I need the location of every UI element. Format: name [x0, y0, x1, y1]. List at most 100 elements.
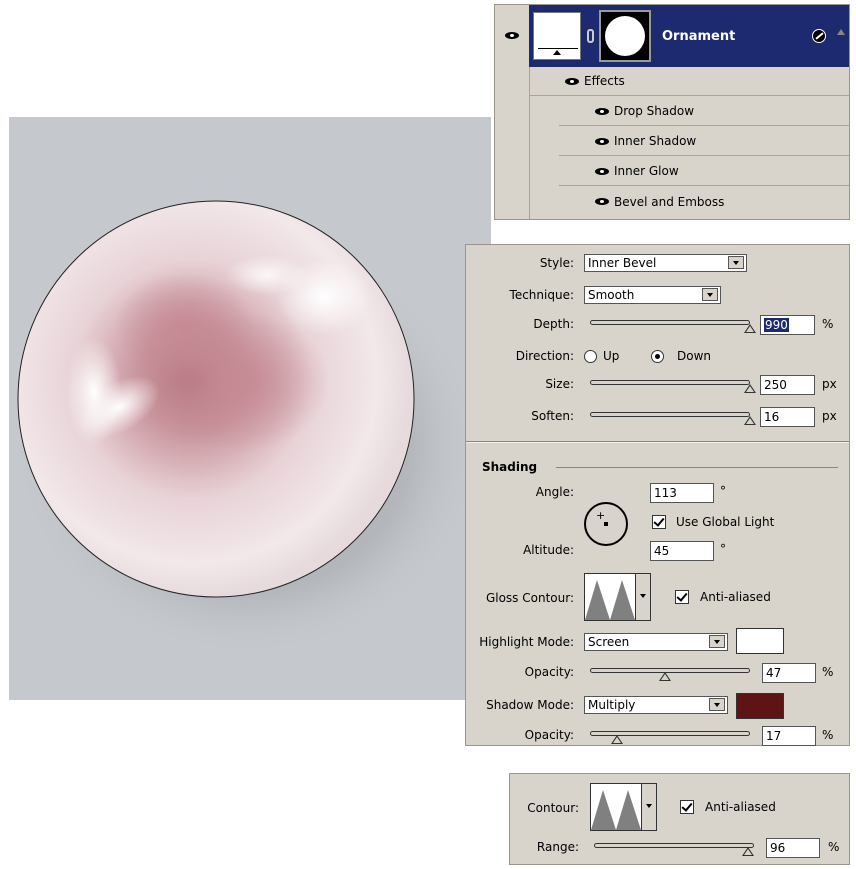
direction-down-label: Down [677, 349, 712, 363]
chevron-down-icon[interactable] [641, 783, 657, 831]
size-input[interactable]: 250 [760, 375, 815, 395]
layer-thumbnail[interactable] [533, 12, 581, 60]
direction-down-radio[interactable] [651, 350, 664, 363]
highlight-mode-label: Highlight Mode: [479, 635, 574, 649]
section-divider [466, 441, 849, 443]
technique-label: Technique: [509, 288, 574, 302]
contour-label: Contour: [527, 801, 579, 815]
highlight-color-swatch[interactable] [736, 628, 784, 654]
technique-select[interactable]: Smooth [584, 286, 721, 304]
highlight-opacity-label: Opacity: [524, 665, 574, 679]
scroll-up-arrow-icon[interactable] [837, 29, 845, 35]
use-global-light-checkbox[interactable] [652, 515, 666, 529]
layer-effects-icon[interactable] [812, 29, 826, 43]
range-slider-handle[interactable] [741, 847, 754, 856]
shadow-opacity-input[interactable]: 17 [762, 726, 816, 746]
shadow-mode-select[interactable]: Multiply [584, 696, 728, 714]
range-label: Range: [536, 840, 579, 854]
shadow-color-swatch[interactable] [736, 693, 784, 719]
eye-icon [505, 31, 519, 40]
size-unit: px [822, 377, 837, 391]
chevron-down-icon[interactable] [709, 698, 725, 711]
angle-unit: ° [720, 484, 726, 498]
eye-icon[interactable] [595, 107, 609, 116]
highlight-opacity-slider-handle[interactable] [659, 672, 672, 681]
shadow-mode-label: Shadow Mode: [486, 698, 574, 712]
effect-row-drop-shadow[interactable]: Drop Shadow [559, 97, 849, 126]
soften-value: 16 [764, 410, 780, 424]
soften-label: Soften: [531, 409, 574, 423]
document-canvas [9, 117, 491, 700]
depth-slider-handle[interactable] [744, 324, 756, 333]
depth-input[interactable]: 990 [760, 315, 815, 335]
effect-row-inner-glow[interactable]: Inner Glow [559, 157, 849, 186]
chevron-down-icon[interactable] [709, 635, 725, 648]
gloss-anti-aliased-checkbox[interactable] [675, 590, 689, 604]
angle-dial[interactable]: + [584, 502, 628, 546]
gloss-contour-preview[interactable] [584, 573, 636, 621]
soften-slider-handle[interactable] [744, 416, 756, 425]
crosshair-icon: + [596, 509, 606, 522]
eye-icon[interactable] [595, 137, 609, 146]
layer-visibility-toggle[interactable] [495, 5, 529, 67]
layer-mask-thumbnail[interactable] [599, 10, 651, 62]
shadow-opacity-slider-handle[interactable] [611, 735, 624, 744]
contour-panel: Contour: Anti-aliased Range: 96 % [509, 773, 850, 865]
gloss-anti-aliased-label: Anti-aliased [700, 590, 771, 604]
eye-icon[interactable] [565, 77, 579, 86]
section-rule [556, 467, 838, 468]
effect-label: Inner Shadow [614, 134, 697, 148]
angle-value: 113 [654, 486, 677, 500]
range-slider-track[interactable] [594, 843, 754, 848]
chevron-down-icon[interactable] [702, 288, 718, 301]
soften-slider-track[interactable] [590, 412, 750, 417]
highlight-mode-value: Screen [588, 635, 630, 649]
shadow-opacity-value: 17 [766, 729, 782, 743]
layers-panel: Ornament Effects Drop Shadow Inner Shado… [494, 4, 850, 220]
size-label: Size: [545, 377, 574, 391]
eye-icon[interactable] [595, 167, 609, 176]
contour-preview[interactable] [590, 783, 642, 831]
range-unit: % [828, 840, 840, 854]
contour-anti-aliased-label: Anti-aliased [705, 800, 776, 814]
ornament-image [12, 200, 482, 657]
depth-slider-track[interactable] [590, 320, 750, 325]
use-global-light-label: Use Global Light [676, 515, 775, 529]
direction-label: Direction: [515, 349, 574, 363]
effects-label: Effects [584, 74, 625, 88]
range-input[interactable]: 96 [766, 838, 820, 858]
style-label: Style: [539, 256, 574, 270]
eye-icon[interactable] [595, 197, 609, 206]
chevron-down-icon[interactable] [728, 256, 744, 269]
size-value: 250 [764, 378, 787, 392]
effect-label: Inner Glow [614, 164, 679, 178]
angle-input[interactable]: 113 [650, 483, 714, 503]
link-icon[interactable] [587, 29, 594, 43]
soften-input[interactable]: 16 [760, 407, 815, 427]
highlight-opacity-input[interactable]: 47 [762, 663, 816, 683]
size-slider-handle[interactable] [744, 384, 756, 393]
shadow-mode-value: Multiply [588, 698, 636, 712]
style-value: Inner Bevel [588, 256, 657, 270]
shadow-opacity-unit: % [822, 728, 834, 742]
contour-anti-aliased-checkbox[interactable] [680, 800, 694, 814]
layer-name: Ornament [662, 29, 736, 44]
angle-label: Angle: [535, 485, 574, 499]
effect-row-inner-shadow[interactable]: Inner Shadow [559, 127, 849, 156]
shadow-opacity-label: Opacity: [524, 728, 574, 742]
effects-row[interactable]: Effects [529, 67, 849, 96]
highlight-mode-select[interactable]: Screen [584, 633, 728, 651]
style-select[interactable]: Inner Bevel [584, 254, 747, 272]
depth-unit: % [822, 317, 834, 331]
layer-row-ornament[interactable]: Ornament [529, 5, 849, 67]
altitude-label: Altitude: [523, 543, 574, 557]
size-slider-track[interactable] [590, 380, 750, 385]
chevron-down-icon[interactable] [635, 573, 651, 621]
shading-section-title: Shading [482, 460, 538, 474]
direction-up-radio[interactable] [584, 350, 597, 363]
technique-value: Smooth [588, 288, 635, 302]
altitude-input[interactable]: 45 [650, 541, 714, 561]
altitude-unit: ° [720, 542, 726, 556]
effect-row-bevel-emboss[interactable]: Bevel and Emboss [559, 187, 849, 216]
highlight-opacity-value: 47 [766, 666, 782, 680]
